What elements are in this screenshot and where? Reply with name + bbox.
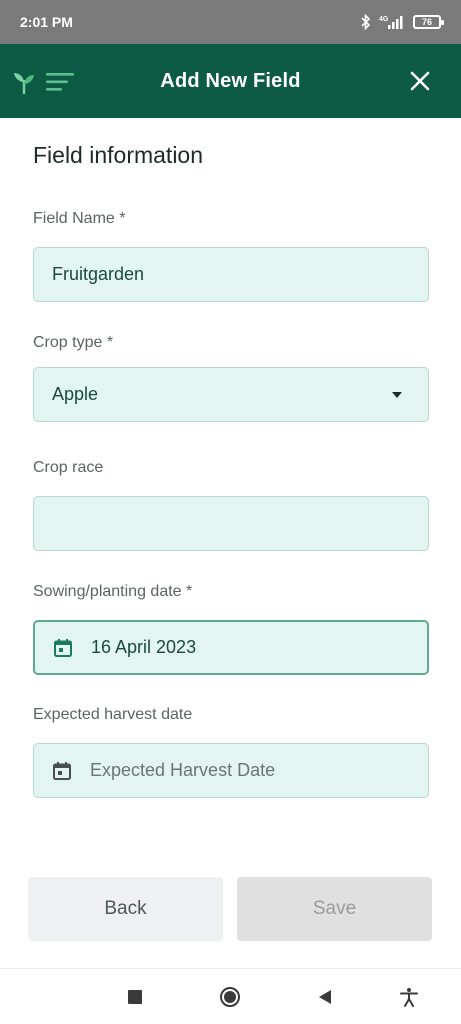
sowing-date-label: Sowing/planting date * [33, 583, 193, 600]
sprout-menu-icon[interactable] [12, 68, 76, 96]
crop-race-input[interactable] [33, 496, 429, 551]
sowing-date-field[interactable]: 16 April 2023 [33, 620, 429, 675]
crop-type-select[interactable]: Apple [33, 367, 429, 422]
page-title: Add New Field [160, 69, 301, 92]
accessibility-icon[interactable] [397, 985, 421, 1009]
crop-race-label: Crop race [33, 459, 104, 476]
field-name-input[interactable]: Fruitgarden [33, 247, 429, 302]
field-name-label: Field Name * [33, 210, 126, 227]
battery-icon: 76 [413, 15, 444, 29]
battery-level: 76 [421, 17, 432, 27]
section-title: Field information [33, 142, 204, 168]
back-button[interactable]: Back [28, 877, 223, 941]
status-icons: 4G 76 [361, 14, 444, 30]
harvest-date-placeholder: Expected Harvest Date [90, 760, 276, 780]
signal-icon: 4G [379, 14, 405, 30]
sowing-date-value: 16 April 2023 [91, 637, 197, 657]
harvest-date-field[interactable]: Expected Harvest Date [33, 743, 429, 798]
system-nav-bar [0, 968, 461, 1024]
home-icon[interactable] [218, 985, 242, 1009]
network-type-label: 4G [379, 16, 389, 23]
app-header: Add New Field [0, 44, 461, 118]
harvest-date-label: Expected harvest date [33, 706, 193, 723]
chevron-down-icon [392, 392, 402, 398]
save-button[interactable]: Save [237, 877, 432, 941]
calendar-icon [53, 761, 71, 780]
status-bar: 2:01 PM 4G 76 [0, 0, 461, 44]
status-time: 2:01 PM [20, 14, 73, 30]
back-icon[interactable] [313, 985, 337, 1009]
field-name-value: Fruitgarden [52, 264, 145, 284]
close-icon[interactable] [409, 70, 431, 92]
calendar-icon [54, 638, 72, 657]
recent-apps-icon[interactable] [123, 985, 147, 1009]
crop-type-value: Apple [52, 384, 99, 404]
bluetooth-icon [361, 14, 371, 30]
crop-type-label: Crop type * [33, 334, 114, 351]
